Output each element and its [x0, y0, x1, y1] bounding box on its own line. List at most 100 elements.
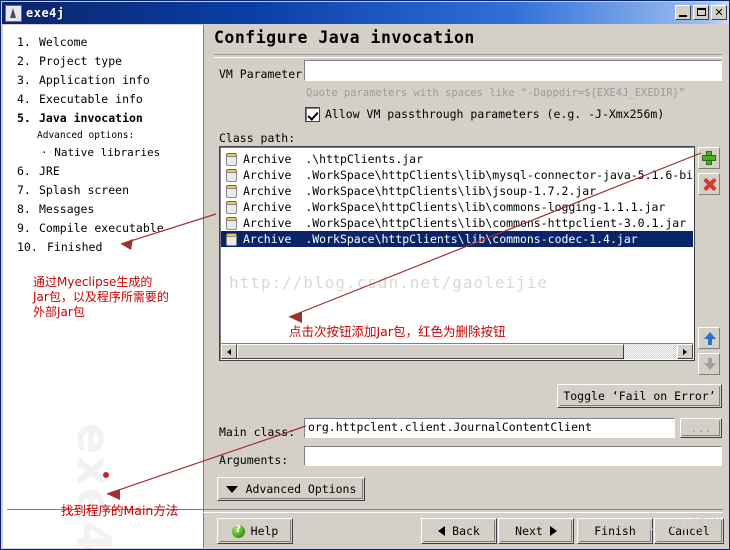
step-label: Compile executable [39, 221, 164, 235]
window-controls: ✕ [675, 5, 727, 20]
scrollbar-track[interactable] [237, 344, 677, 359]
sidebar-watermark: exe4j [67, 423, 121, 548]
step-number: 5. [17, 111, 31, 125]
url-watermark: http://blog.csdn.net/gaoleijie [229, 273, 548, 292]
minimize-button[interactable] [675, 5, 691, 20]
list-item-path: .WorkSpace\httpClients\lib\commons-codec… [305, 232, 638, 246]
step-number: 10. [17, 240, 38, 254]
list-item-path: .WorkSpace\httpClients\lib\jsoup-1.7.2.j… [305, 184, 597, 198]
step-number: 1. [17, 35, 31, 49]
list-item-path: .WorkSpace\httpClients\lib\commons-loggi… [305, 200, 666, 214]
sidebar-item-java-invocation[interactable]: 5. Java invocation [3, 109, 203, 128]
list-item-type: Archive [243, 200, 292, 214]
add-archive-button[interactable] [698, 147, 720, 169]
horizontal-scrollbar[interactable] [221, 343, 693, 359]
allow-passthrough-checkbox[interactable] [305, 106, 320, 122]
chevron-left-icon [227, 348, 231, 355]
annotation-main-method: 找到程序的Main方法 [61, 503, 179, 518]
allow-passthrough-row[interactable]: Allow VM passthrough parameters (e.g. -J… [305, 106, 665, 122]
next-button[interactable]: Next [498, 518, 574, 544]
list-item-type: Archive [243, 216, 292, 230]
vm-parameters-hint: Quote parameters with spaces like “-Dapp… [306, 87, 686, 99]
sidebar-item-executable-info[interactable]: 4. Executable info [3, 90, 203, 109]
list-item[interactable]: Archive .WorkSpace\httpClients\lib\commo… [221, 199, 693, 215]
sidebar-item-splash-screen[interactable]: 7. Splash screen [3, 181, 203, 200]
main-class-input[interactable]: org.httpclent.client.JournalContentClien… [303, 417, 676, 439]
vm-parameters-input[interactable] [303, 59, 723, 82]
help-label: Help [250, 524, 279, 538]
list-item[interactable]: Archive .WorkSpace\httpClients\lib\commo… [221, 231, 693, 247]
advanced-options-label: Advanced Options [245, 482, 357, 496]
list-item-path: .WorkSpace\httpClients\lib\mysql-connect… [305, 168, 693, 182]
step-number: 4. [17, 92, 31, 106]
maximize-button[interactable] [693, 5, 709, 20]
main-class-browse-button[interactable]: ... [680, 418, 722, 438]
step-label: Advanced options: [37, 130, 135, 141]
advanced-options-button[interactable]: Advanced Options [217, 477, 365, 501]
annotation-line: Jar包，以及程序所需要的 [33, 290, 169, 304]
next-label: Next [515, 524, 543, 538]
step-label: JRE [39, 164, 60, 178]
step-number: 2. [17, 54, 31, 68]
scroll-right-button[interactable] [677, 344, 693, 359]
list-item-type: Archive [243, 152, 292, 166]
list-item[interactable]: Archive .WorkSpace\httpClients\lib\jsoup… [221, 183, 693, 199]
close-button[interactable]: ✕ [711, 5, 727, 20]
exe4j-app-icon [5, 4, 22, 22]
step-number: 9. [17, 221, 31, 235]
back-button[interactable]: Back [421, 518, 497, 544]
step-label: Native libraries [54, 146, 161, 159]
arrow-left-icon [438, 526, 446, 536]
sidebar-item-application-info[interactable]: 3. Application info [3, 71, 203, 90]
jar-archive-icon [225, 232, 238, 246]
allow-passthrough-label: Allow VM passthrough parameters (e.g. -J… [325, 107, 665, 121]
bullet-icon: · [41, 146, 48, 159]
chevron-right-icon [683, 348, 687, 355]
title-divider [214, 54, 722, 58]
help-button[interactable]: Help [217, 518, 293, 544]
vm-parameters-label: VM Parameters: [219, 67, 316, 81]
list-item[interactable]: Archive .WorkSpace\httpClients\lib\mysql… [221, 167, 693, 183]
gray-down-arrow-icon [704, 358, 716, 370]
list-item-type: Archive [243, 168, 292, 182]
step-label: Application info [39, 73, 150, 87]
sidebar-item-jre[interactable]: 6. JRE [3, 162, 203, 181]
sidebar-item-welcome[interactable]: 1. Welcome [3, 33, 203, 52]
sidebar-item-finished[interactable]: 10. Finished [3, 238, 203, 257]
scrollbar-thumb[interactable] [237, 344, 625, 359]
class-path-label: Class path: [219, 131, 296, 145]
sidebar-item-compile-executable[interactable]: 9. Compile executable [3, 219, 203, 238]
step-number: 7. [17, 183, 31, 197]
sidebar-item-messages[interactable]: 8. Messages [3, 200, 203, 219]
toggle-fail-on-error-label: Toggle ‘Fail on Error’ [563, 389, 716, 403]
jar-archive-icon [225, 184, 238, 198]
maximize-icon [697, 8, 706, 16]
class-path-rows: Archive .\httpClients.jar Archive .WorkS… [221, 148, 693, 247]
move-down-button[interactable] [698, 353, 720, 375]
exe4j-wizard-window: exe4j ✕ exe4j 1. Welcome 2. Project type 3… [0, 0, 730, 550]
arrow-right-icon [549, 526, 557, 536]
toggle-fail-on-error-button[interactable]: Toggle ‘Fail on Error’ [557, 384, 722, 408]
annotation-add-remove-buttons: 点击次按钮添加Jar包，红色为删除按钮 [289, 324, 506, 339]
jar-archive-icon [225, 152, 238, 166]
list-item[interactable]: Archive .\httpClients.jar [221, 151, 693, 167]
list-item-path: .\httpClients.jar [305, 152, 424, 166]
window-title: exe4j [26, 6, 65, 20]
sidebar-advanced-options-label: Advanced options: [3, 128, 203, 144]
arguments-input[interactable] [303, 445, 723, 467]
sidebar-item-project-type[interactable]: 2. Project type [3, 52, 203, 71]
step-label: Project type [39, 54, 123, 68]
remove-archive-button[interactable] [698, 173, 720, 195]
step-label: Splash screen [39, 183, 130, 197]
page-title: Configure Java invocation [214, 28, 475, 47]
scroll-left-button[interactable] [221, 344, 237, 359]
arguments-label: Arguments: [219, 453, 289, 467]
list-item[interactable]: Archive .WorkSpace\httpClients\lib\commo… [221, 215, 693, 231]
close-icon: ✕ [714, 6, 724, 19]
minimize-icon [679, 15, 687, 17]
move-up-button[interactable] [698, 327, 720, 349]
blue-up-arrow-icon [704, 332, 716, 345]
chevron-down-icon [225, 485, 238, 493]
sidebar-item-native-libraries[interactable]: · Native libraries [3, 144, 203, 162]
finish-label: Finish [594, 524, 636, 538]
